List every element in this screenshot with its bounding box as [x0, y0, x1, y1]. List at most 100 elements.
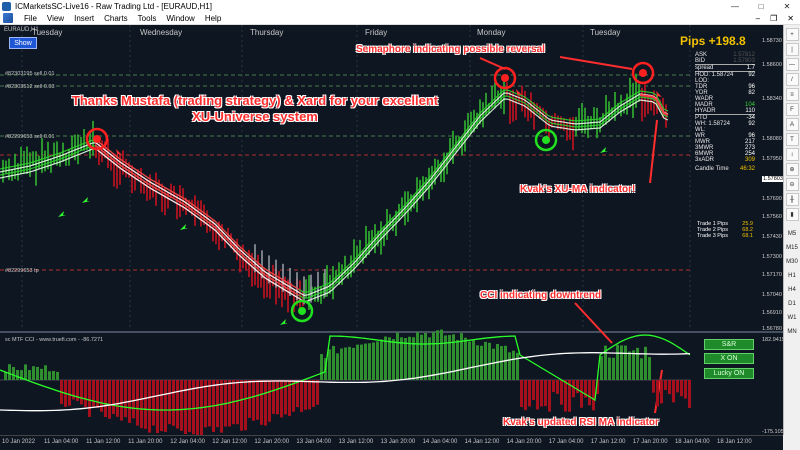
time-label: 14 Jan 12:00	[464, 439, 500, 445]
cci-bar	[188, 380, 191, 432]
cci-bar	[96, 380, 99, 408]
price-label: 1.58730	[762, 38, 782, 44]
price-label: 1.57950	[762, 156, 782, 162]
menu-insert[interactable]: Insert	[69, 14, 99, 23]
zoom-in-icon[interactable]: ⊕	[785, 163, 799, 176]
timeframe-d1[interactable]: D1	[785, 298, 800, 310]
cci-bar	[676, 380, 679, 393]
cci-bar	[460, 333, 463, 380]
cci-bar	[688, 380, 691, 409]
xu-ma-annotation: Kvak's XU-MA indicator!	[520, 184, 636, 195]
cci-bar	[612, 357, 615, 380]
chart-canvas	[0, 25, 783, 435]
cci-bar	[248, 380, 251, 418]
timeframe-h4[interactable]: H4	[785, 284, 800, 296]
cci-bar	[368, 343, 371, 380]
trendline-icon[interactable]: /	[785, 73, 799, 86]
horizontal-line-icon[interactable]: —	[785, 58, 799, 71]
time-label: 12 Jan 20:00	[254, 439, 290, 445]
menu-tools[interactable]: Tools	[133, 14, 162, 23]
arrow-icon[interactable]: ↕	[785, 148, 799, 161]
text-icon[interactable]: A	[785, 118, 799, 131]
pips-counter: Pips +198.8	[680, 34, 746, 48]
timeframe-m5[interactable]: M5	[785, 228, 800, 240]
mt4-window: ICMarketsSC-Live16 - Raw Trading Ltd - […	[0, 0, 800, 450]
menu-file[interactable]: File	[19, 14, 42, 23]
cci-bar	[448, 335, 451, 380]
cci-bar	[120, 380, 123, 421]
timeframe-mn[interactable]: MN	[785, 326, 800, 338]
cci-bar	[268, 380, 271, 422]
cci-bar	[488, 342, 491, 380]
cci-bar	[16, 370, 19, 380]
day-label: Wednesday	[140, 28, 183, 37]
cci-bar	[24, 364, 27, 380]
cci-bar	[312, 380, 315, 407]
timeframe-m15[interactable]: M15	[785, 242, 800, 254]
order-line-label: #82303512 sell 0.03	[5, 84, 55, 90]
price-label: 1.57170	[762, 272, 782, 278]
cci-bar	[156, 380, 159, 434]
lucky-on-button[interactable]: Lucky ON	[704, 368, 754, 379]
zoom-out-icon[interactable]: ⊖	[785, 178, 799, 191]
cci-bar	[684, 380, 687, 399]
cci-bar	[184, 380, 187, 435]
day-label: Monday	[477, 28, 506, 37]
chart-window-icon[interactable]	[3, 13, 13, 23]
cci-bar	[132, 380, 135, 419]
menu-window[interactable]: Window	[161, 14, 199, 23]
cci-bar	[516, 352, 519, 380]
cci-bar	[404, 337, 407, 380]
time-axis: 10 Jan 2022 11 Jan 04:00 11 Jan 12:00 11 Ja…	[0, 435, 783, 450]
price-bar	[596, 107, 598, 139]
mdi-restore-button[interactable]: ❐	[770, 14, 777, 23]
candle-chart-icon[interactable]: ▮	[785, 208, 799, 221]
bid-value: 1.57803	[733, 58, 755, 64]
menu-bar: File View Insert Charts Tools Window Hel…	[0, 12, 800, 25]
cci-bar	[636, 347, 639, 380]
menu-view[interactable]: View	[42, 14, 69, 23]
cci-bar	[552, 380, 555, 393]
sr-button[interactable]: S&R	[704, 339, 754, 350]
timeframe-m30[interactable]: M30	[785, 256, 800, 268]
timeframe-h1[interactable]: H1	[785, 270, 800, 282]
cci-bar	[164, 380, 167, 432]
cci-bar	[276, 380, 279, 415]
cci-bar	[144, 380, 147, 429]
3xadr-value: 309	[744, 157, 755, 163]
cci-bar	[500, 346, 503, 380]
mdi-close-button[interactable]: ✕	[787, 14, 794, 23]
maximize-button[interactable]: □	[748, 2, 774, 11]
close-button[interactable]: ✕	[774, 2, 800, 11]
menu-help[interactable]: Help	[200, 14, 226, 23]
cci-bar	[344, 347, 347, 380]
bar-chart-icon[interactable]: ╫	[785, 193, 799, 206]
price-bar	[164, 188, 166, 216]
x-on-button[interactable]: X ON	[704, 353, 754, 364]
menu-charts[interactable]: Charts	[99, 14, 133, 23]
vertical-line-icon[interactable]: |	[785, 43, 799, 56]
time-label: 17 Jan 20:00	[632, 439, 668, 445]
minimize-button[interactable]: —	[722, 2, 748, 11]
time-label: 17 Jan 04:00	[548, 439, 584, 445]
info-panel: ASK 1.57812 BID 1.57803 spread 1.7 HOD: 1.5…	[695, 52, 759, 172]
cci-bar	[468, 341, 471, 380]
channel-icon[interactable]: ≡	[785, 88, 799, 101]
price-bar	[278, 271, 280, 299]
time-label: 17 Jan 12:00	[590, 439, 626, 445]
cci-bar	[624, 345, 627, 380]
cci-bar	[28, 370, 31, 380]
cci-bar	[360, 344, 363, 380]
crosshair-icon[interactable]: +	[785, 28, 799, 41]
fibonacci-icon[interactable]: F	[785, 103, 799, 116]
price-bar	[194, 195, 196, 226]
cci-bar	[608, 357, 611, 380]
label-icon[interactable]: T	[785, 133, 799, 146]
price-chart[interactable]	[0, 25, 783, 435]
timeframe-w1[interactable]: W1	[785, 312, 800, 324]
show-button[interactable]: Show	[9, 37, 37, 49]
mdi-minimize-button[interactable]: –	[756, 14, 760, 23]
current-price-label: 1.57803	[762, 176, 784, 182]
trade-pips-panel: Trade 1 Pips 25.9 Trade 2 Pips 68.2 Trade …	[697, 221, 753, 239]
price-label: 1.57430	[762, 234, 782, 240]
